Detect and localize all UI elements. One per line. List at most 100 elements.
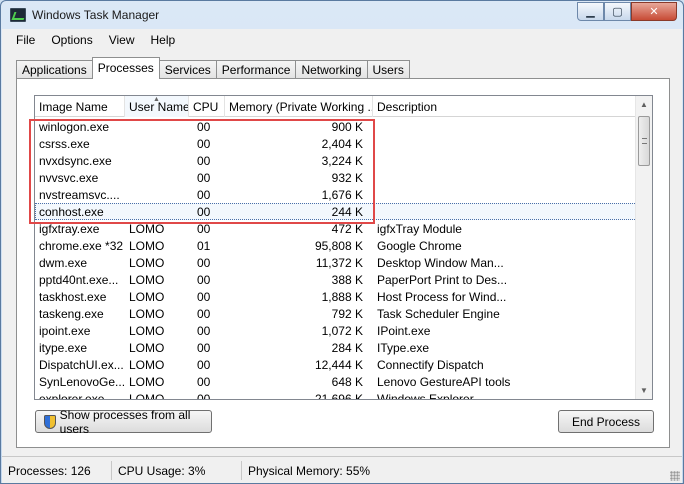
status-physical-memory: Physical Memory: 55% xyxy=(248,463,371,478)
show-all-users-button[interactable]: Show processes from all users xyxy=(35,408,212,436)
maximize-button[interactable]: ▢ xyxy=(604,2,631,21)
table-row[interactable]: DispatchUI.ex... LOMO 00 12,444 K Connectify… xyxy=(35,356,637,373)
table-row[interactable]: winlogon.exe 00 900 K xyxy=(35,118,637,135)
table-row[interactable]: pptd40nt.exe... LOMO 00 388 K PaperPort Prin… xyxy=(35,271,637,288)
cell-description: Desktop Window Man... xyxy=(377,255,504,270)
column-cpu[interactable]: CPU xyxy=(189,96,225,117)
uac-shield-icon xyxy=(44,414,56,429)
column-memory[interactable]: Memory (Private Working ... xyxy=(225,96,373,117)
cell-memory: 388 K xyxy=(331,272,363,287)
table-row[interactable]: conhost.exe 00 244 K xyxy=(35,203,637,220)
table-row[interactable]: nvstreamsvc.... 00 1,676 K xyxy=(35,186,637,203)
scroll-down-icon[interactable]: ▼ xyxy=(636,382,652,399)
cell-memory: 284 K xyxy=(331,340,363,355)
tab-strip: Applications Processes Services Performa… xyxy=(16,57,410,79)
caption-buttons: ▁ ▢ ✕ xyxy=(577,2,677,21)
cell-memory: 244 K xyxy=(331,204,363,219)
table-row[interactable]: igfxtray.exe LOMO 00 472 K igfxTray Module xyxy=(35,220,637,237)
table-row[interactable]: ipoint.exe LOMO 00 1,072 K IPoint.exe xyxy=(35,322,637,339)
cell-cpu: 01 xyxy=(197,238,211,253)
cell-description: Lenovo GestureAPI tools xyxy=(377,374,511,389)
cell-image-name: dwm.exe xyxy=(39,255,88,270)
cell-memory: 648 K xyxy=(331,374,363,389)
close-button[interactable]: ✕ xyxy=(631,2,677,21)
cell-memory: 900 K xyxy=(331,119,363,134)
cell-cpu: 00 xyxy=(197,374,211,389)
tab-processes[interactable]: Processes xyxy=(91,57,160,79)
table-row[interactable]: nvvsvc.exe 00 932 K xyxy=(35,169,637,186)
tab-applications[interactable]: Applications xyxy=(16,60,93,79)
cell-image-name: DispatchUI.ex... xyxy=(39,357,124,372)
column-image-name[interactable]: Image Name xyxy=(35,96,125,117)
cell-cpu: 00 xyxy=(197,357,211,372)
tab-performance[interactable]: Performance xyxy=(215,60,297,79)
cell-description: Windows Explorer xyxy=(377,391,474,400)
cell-memory: 21,696 K xyxy=(314,391,363,400)
cell-user-name: LOMO xyxy=(129,374,165,389)
cell-cpu: 00 xyxy=(197,272,211,287)
column-description[interactable]: Description xyxy=(373,96,637,117)
cell-description: igfxTray Module xyxy=(377,221,462,236)
cell-image-name: nvvsvc.exe xyxy=(39,170,99,185)
task-manager-app-icon xyxy=(10,8,26,22)
table-row[interactable]: SynLenovoGe... LOMO 00 648 K Lenovo GestureA… xyxy=(35,373,637,390)
cell-description: Google Chrome xyxy=(377,238,462,253)
menu-options[interactable]: Options xyxy=(43,33,100,47)
cell-cpu: 00 xyxy=(197,170,211,185)
cell-user-name: LOMO xyxy=(129,391,165,400)
status-cpu-usage: CPU Usage: 3% xyxy=(112,460,242,480)
menu-view[interactable]: View xyxy=(101,33,143,47)
sort-ascending-icon: ▲ xyxy=(153,96,160,103)
cell-memory: 3,224 K xyxy=(321,153,363,168)
menu-file[interactable]: File xyxy=(8,33,43,47)
cell-image-name: ipoint.exe xyxy=(39,323,91,338)
table-row[interactable]: itype.exe LOMO 00 284 K IType.exe xyxy=(35,339,637,356)
cell-user-name: LOMO xyxy=(129,357,165,372)
status-processes: Processes: 126 xyxy=(2,460,112,480)
resize-grip-icon[interactable] xyxy=(670,471,680,481)
list-header: Image Name ▲ User Name CPU Memory (Priva… xyxy=(35,96,637,117)
close-icon: ✕ xyxy=(649,6,659,18)
cell-memory: 1,072 K xyxy=(321,323,363,338)
scrollbar-thumb[interactable] xyxy=(638,116,650,166)
table-row[interactable]: explorer.exe LOMO 00 21,696 K Windows Explor… xyxy=(35,390,637,400)
cell-image-name: chrome.exe *32 xyxy=(39,238,124,253)
title-bar[interactable]: Windows Task Manager ▁ ▢ ✕ xyxy=(1,1,683,29)
process-list[interactable]: Image Name ▲ User Name CPU Memory (Priva… xyxy=(34,95,653,400)
table-row[interactable]: taskhost.exe LOMO 00 1,888 K Host Process fo… xyxy=(35,288,637,305)
cell-description: Host Process for Wind... xyxy=(377,289,507,304)
cell-cpu: 00 xyxy=(197,255,211,270)
cell-image-name: igfxtray.exe xyxy=(39,221,100,236)
scroll-up-icon[interactable]: ▲ xyxy=(636,96,652,113)
cell-image-name: taskeng.exe xyxy=(39,306,104,321)
cell-memory: 932 K xyxy=(331,170,363,185)
minimize-button[interactable]: ▁ xyxy=(577,2,604,21)
menu-help[interactable]: Help xyxy=(143,33,184,47)
cell-user-name: LOMO xyxy=(129,272,165,287)
table-row[interactable]: csrss.exe 00 2,404 K xyxy=(35,135,637,152)
table-row[interactable]: taskeng.exe LOMO 00 792 K Task Scheduler Eng… xyxy=(35,305,637,322)
cell-description: IType.exe xyxy=(377,340,430,355)
cell-user-name: LOMO xyxy=(129,221,165,236)
table-row[interactable]: chrome.exe *32 LOMO 01 95,808 K Google Chrom… xyxy=(35,237,637,254)
tab-networking[interactable]: Networking xyxy=(295,60,368,79)
cell-cpu: 00 xyxy=(197,289,211,304)
cell-image-name: nvxdsync.exe xyxy=(39,153,112,168)
cell-cpu: 00 xyxy=(197,340,211,355)
column-user-name[interactable]: ▲ User Name xyxy=(125,96,189,117)
tab-services[interactable]: Services xyxy=(158,60,217,79)
cell-image-name: SynLenovoGe... xyxy=(39,374,125,389)
table-row[interactable]: nvxdsync.exe 00 3,224 K xyxy=(35,152,637,169)
tab-users[interactable]: Users xyxy=(366,60,410,79)
cell-image-name: explorer.exe xyxy=(39,391,105,400)
cell-description: PaperPort Print to Des... xyxy=(377,272,508,287)
grip-icon xyxy=(642,138,647,144)
cell-cpu: 00 xyxy=(197,204,211,219)
cell-cpu: 00 xyxy=(197,306,211,321)
window-title: Windows Task Manager xyxy=(32,8,160,22)
cell-image-name: nvstreamsvc.... xyxy=(39,187,120,202)
vertical-scrollbar[interactable]: ▲ ▼ xyxy=(635,96,652,399)
end-process-button[interactable]: End Process xyxy=(558,410,654,433)
processes-panel: Image Name ▲ User Name CPU Memory (Priva… xyxy=(16,78,670,448)
table-row[interactable]: dwm.exe LOMO 00 11,372 K Desktop Window Man.… xyxy=(35,254,637,271)
